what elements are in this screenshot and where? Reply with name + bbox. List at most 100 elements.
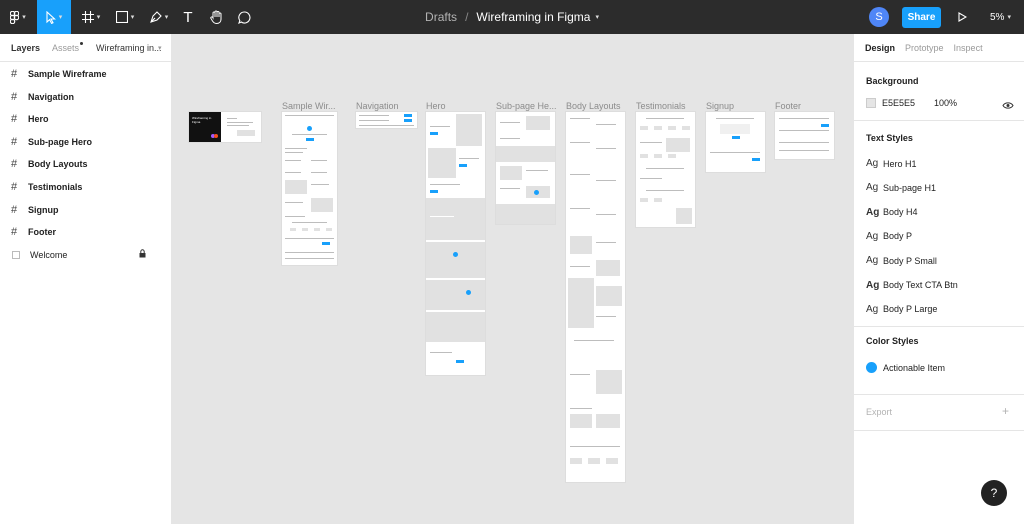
text-line [570,266,590,267]
move-tool-button[interactable]: ▾ [37,0,71,34]
layer-item[interactable]: # Navigation [0,87,171,107]
lock-icon[interactable] [139,249,146,260]
layer-item[interactable]: # Footer [0,222,171,242]
text-style-item[interactable]: Ag Body P Large [866,304,937,315]
text-icon: T [183,8,193,26]
tab-layers[interactable]: Layers [11,43,40,53]
frame-tool-button[interactable]: ▾ [75,0,107,34]
shape-tool-button[interactable]: ▾ [109,0,141,34]
placeholder-block [596,370,622,394]
text-style-item[interactable]: Ag Body H4 [866,207,918,218]
frame-label-sample[interactable]: Sample Wir... [282,101,336,111]
share-button[interactable]: Share [902,7,941,28]
placeholder-block [720,124,750,134]
user-avatar[interactable]: S [869,7,889,27]
plus-icon[interactable]: + [1002,404,1009,418]
layer-item[interactable]: # Sample Wireframe [0,64,171,84]
text-line [430,126,450,127]
tab-inspect[interactable]: Inspect [954,43,983,53]
chevron-down-icon[interactable]: ▾ [158,44,162,52]
text-style-icon: Ag [866,182,879,194]
sample-wireframe-frame[interactable] [282,112,337,265]
placeholder-block [596,414,620,428]
text-line [430,216,454,217]
background-hex-input[interactable]: E5E5E5 [882,98,915,108]
background-opacity-input[interactable]: 100% [934,98,957,108]
signup-frame[interactable] [706,112,765,172]
frame-hash-icon: # [10,113,18,126]
placeholder-block [570,236,592,254]
subpage-hero-frame[interactable] [496,112,555,224]
chevron-down-icon: ▾ [58,14,63,21]
frame-label-testimonials[interactable]: Testimonials [636,101,686,111]
tab-prototype[interactable]: Prototype [905,43,944,53]
placeholder-block [496,204,555,224]
text-line [285,152,303,153]
cta-dot [466,290,471,295]
layer-item[interactable]: # Hero [0,109,171,129]
text-line [570,208,590,209]
file-name[interactable]: Wireframing in Figma [476,10,590,24]
layer-item[interactable]: # Testimonials [0,177,171,197]
canvas[interactable]: Wireframing in Figma Sample Wir... Navig… [172,34,853,524]
text-style-item[interactable]: Ag Body P [866,231,912,242]
color-swatch-actionable[interactable] [866,362,877,373]
body-layouts-frame[interactable] [566,112,625,482]
main-menu-button[interactable]: ▾ [0,0,36,34]
text-line [285,148,307,149]
frame-label-subpage[interactable]: Sub-page He... [496,101,557,111]
zoom-dropdown[interactable]: 5% ▾ [990,0,1011,34]
tab-assets[interactable]: Assets [52,41,84,53]
present-button[interactable] [954,0,970,34]
frame-label-signup[interactable]: Signup [706,101,734,111]
navigation-frame[interactable] [356,112,417,128]
text-line [646,168,684,169]
layer-label: Signup [28,204,59,215]
placeholder-block [596,286,622,306]
text-line [716,118,754,119]
placeholder-block [311,198,333,212]
hand-tool-button[interactable] [205,0,227,34]
footer-frame[interactable] [775,112,834,159]
placeholder-block [588,458,600,464]
cta-button [459,164,467,167]
text-line [430,184,460,185]
layer-item[interactable]: # Sub-page Hero [0,132,171,152]
text-style-label: Body P Small [883,255,937,266]
breadcrumb-drafts[interactable]: Drafts [425,10,457,24]
text-line [292,222,327,223]
frame-label-hero[interactable]: Hero [426,101,446,111]
testimonials-frame[interactable] [636,112,695,227]
page-selector[interactable]: Wireframing in... [96,43,162,53]
welcome-frame[interactable]: Wireframing in Figma [189,112,261,142]
export-section-title: Export [866,407,893,417]
text-style-item[interactable]: Ag Hero H1 [866,158,917,169]
frame-label-footer[interactable]: Footer [775,101,801,111]
cta-button [430,190,438,193]
text-style-item[interactable]: Ag Body P Small [866,255,937,266]
right-panel-tabs: Design Prototype Inspect [854,34,1024,62]
frame-label-body[interactable]: Body Layouts [566,101,621,111]
comment-tool-button[interactable] [233,0,255,34]
layer-item[interactable]: # Signup [0,200,171,220]
breadcrumb-separator: / [465,10,469,24]
welcome-dot [214,134,218,138]
background-swatch[interactable] [866,98,876,108]
chevron-down-icon[interactable]: ▾ [595,13,599,21]
hero-frame[interactable] [426,112,485,375]
placeholder-block [640,126,648,130]
tab-design[interactable]: Design [865,43,895,53]
text-style-item[interactable]: Ag Body Text CTA Btn [866,280,958,291]
pen-tool-button[interactable]: ▾ [143,0,175,34]
color-style-label[interactable]: Actionable Item [883,363,945,373]
layer-item[interactable]: Welcome [0,245,171,265]
placeholder-block [237,130,255,136]
welcome-title: Wireframing in Figma [192,116,212,124]
text-tool-button[interactable]: T [177,0,199,34]
placeholder-block [668,154,676,158]
help-button[interactable]: ? [981,480,1007,506]
layer-item[interactable]: # Body Layouts [0,154,171,174]
eye-icon[interactable] [1002,97,1014,115]
frame-label-navigation[interactable]: Navigation [356,101,399,111]
text-style-item[interactable]: Ag Sub-page H1 [866,182,936,193]
